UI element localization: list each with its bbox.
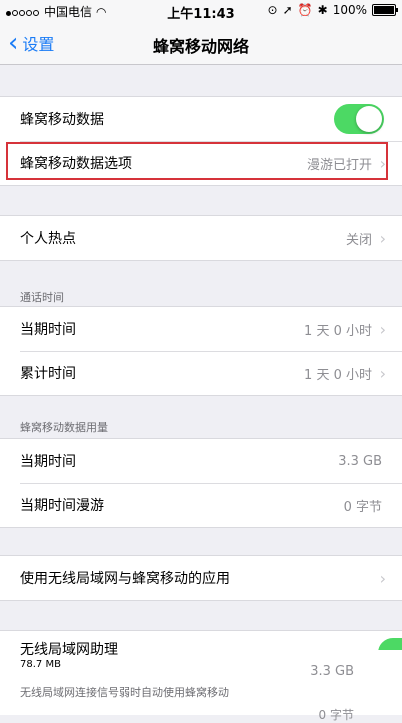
chevron-right-icon: ›: [379, 153, 386, 173]
hotspot-group: 个人热点 关闭 ›: [0, 215, 402, 261]
usage-header: 蜂窝移动数据用量: [20, 421, 108, 434]
nav-bar: ‹ 设置 蜂窝移动网络: [0, 22, 402, 65]
call-current-row: 当期时间 1 天 0 小时 ›: [0, 307, 402, 351]
battery-percent: 100%: [332, 3, 367, 17]
hotspot-label: 个人热点: [20, 231, 76, 247]
cellular-data-label: 蜂窝移动数据: [20, 112, 104, 128]
overlay-fade: [200, 650, 402, 714]
apps-label: 使用无线局域网与蜂窝移动的应用: [20, 571, 230, 587]
usage-group: 当期时间 3.3 GB 当期时间漫游 0 字节: [0, 438, 402, 528]
chevron-right-icon: ›: [379, 228, 386, 248]
wifi-assist-value2: 0 字节: [318, 708, 354, 722]
wifi-assist-value: 3.3 GB: [310, 664, 354, 679]
cellular-options-value: 漫游已打开: [306, 157, 372, 173]
usage-current-value: 3.3 GB: [338, 453, 382, 469]
apps-group: 使用无线局域网与蜂窝移动的应用 ›: [0, 555, 402, 601]
alarm-icon: ⏰: [297, 3, 313, 17]
wifi-assist-size: 78.7 MB: [20, 659, 61, 670]
usage-roaming-value: 0 字节: [343, 499, 382, 515]
status-bar: 中国电信 ◠ 上午11:43 ⊙ ➚ ⏰ ✱ 100%: [0, 0, 402, 22]
battery-icon: [372, 4, 398, 16]
call-current-value: 1 天 0 小时: [304, 323, 372, 339]
usage-current-row: 当期时间 3.3 GB: [0, 439, 402, 483]
bluetooth-icon: ✱: [317, 3, 328, 17]
apps-row[interactable]: 使用无线局域网与蜂窝移动的应用 ›: [0, 556, 402, 600]
call-total-label: 累计时间: [20, 366, 76, 382]
wifi-assist-label: 无线局域网助理: [20, 642, 118, 658]
cellular-group: 蜂窝移动数据 蜂窝移动数据选项 漫游已打开 ›: [0, 96, 402, 186]
usage-roaming-label: 当期时间漫游: [20, 498, 104, 514]
hotspot-value: 关闭: [345, 232, 372, 248]
chevron-right-icon: ›: [379, 568, 386, 588]
cellular-options-label: 蜂窝移动数据选项: [20, 156, 132, 172]
call-time-header: 通话时间: [20, 291, 64, 304]
chevron-right-icon: ›: [379, 319, 386, 339]
hotspot-row[interactable]: 个人热点 关闭 ›: [0, 216, 402, 260]
location-icon: ➚: [282, 3, 293, 17]
cellular-options-row[interactable]: 蜂窝移动数据选项 漫游已打开 ›: [0, 141, 402, 185]
page-title: 蜂窝移动网络: [152, 37, 249, 56]
usage-roaming-row: 当期时间漫游 0 字节: [0, 483, 402, 527]
rotation-lock-icon: ⊙: [267, 3, 278, 17]
chevron-right-icon: ›: [379, 363, 386, 383]
call-total-value: 1 天 0 小时: [304, 367, 372, 383]
call-time-group: 当期时间 1 天 0 小时 › 累计时间 1 天 0 小时 ›: [0, 306, 402, 396]
usage-current-label: 当期时间: [20, 454, 76, 470]
cellular-data-toggle[interactable]: [334, 104, 384, 134]
call-total-row: 累计时间 1 天 0 小时 ›: [0, 351, 402, 395]
cellular-data-row: 蜂窝移动数据: [0, 97, 402, 141]
status-right: ⊙ ➚ ⏰ ✱ 100%: [267, 3, 398, 17]
wifi-assist-desc: 无线局域网连接信号弱时自动使用蜂窝移动: [20, 686, 229, 699]
call-current-label: 当期时间: [20, 322, 76, 338]
